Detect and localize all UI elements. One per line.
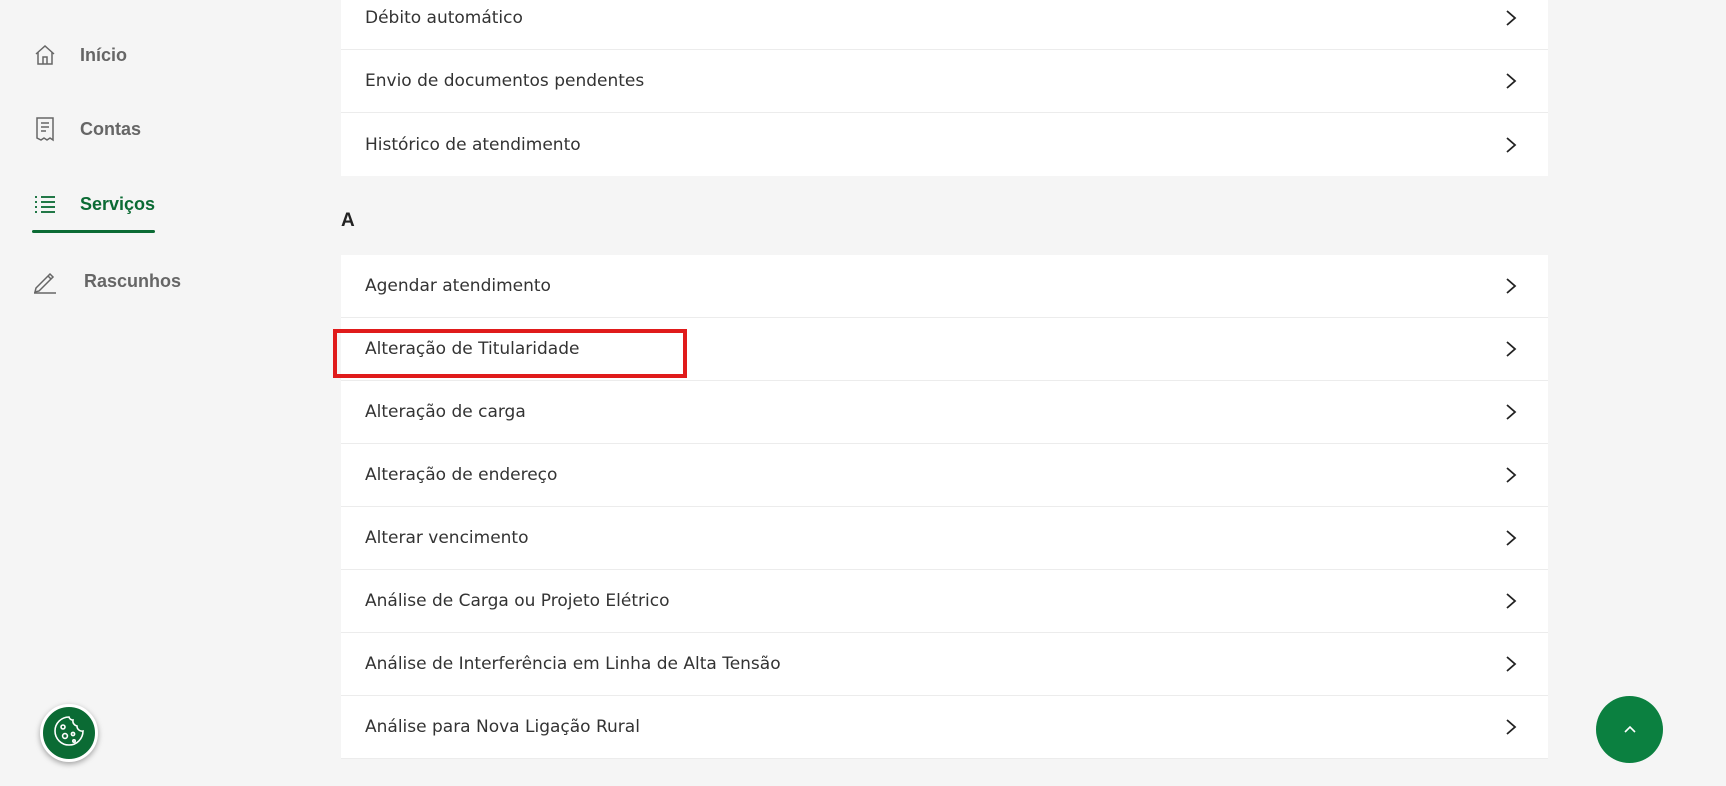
list-item[interactable]: Alterar vencimento [341,507,1548,570]
chevron-right-icon [1504,277,1518,295]
sidebar-item-inicio[interactable]: Início [32,42,127,68]
section-letter-heading: A [341,210,355,231]
list-item-label: Análise de Carga ou Projeto Elétrico [365,591,670,611]
list-item[interactable]: Alteração de endereço [341,444,1548,507]
scroll-top-button[interactable] [1596,696,1663,763]
list-item[interactable]: Débito automático [341,0,1548,50]
list-item-label: Alterar vencimento [365,528,529,548]
chevron-right-icon [1504,655,1518,673]
list-icon [32,191,58,217]
list-item-alteracao-titularidade[interactable]: Alteração de Titularidade [341,318,1548,381]
sidebar-item-rascunhos[interactable]: Rascunhos [32,268,181,294]
sidebar-item-label: Início [80,44,128,65]
list-item-label: Análise de Interferência em Linha de Alt… [365,654,781,674]
chevron-right-icon [1504,403,1518,421]
sidebar: Início Contas Serviços Rascunhos [0,0,330,786]
chevron-right-icon [1504,72,1518,90]
sidebar-item-label: Serviços [80,193,156,214]
list-item[interactable]: Análise de Carga ou Projeto Elétrico [341,570,1548,633]
chevron-right-icon [1504,340,1518,358]
sidebar-item-label: Rascunhos [84,270,182,291]
list-item[interactable]: Histórico de atendimento [341,113,1548,176]
list-item[interactable]: Análise de Interferência em Linha de Alt… [341,633,1548,696]
list-item-label: Envio de documentos pendentes [365,71,645,91]
list-item-label: Análise para Nova Ligação Rural [365,717,640,737]
cookie-settings-button[interactable] [40,704,98,762]
services-list-top: Débito automático Envio de documentos pe… [341,0,1548,176]
list-item-label: Débito automático [365,8,523,28]
sidebar-item-label: Contas [80,118,142,139]
list-item[interactable]: Envio de documentos pendentes [341,50,1548,113]
cookie-icon [51,713,87,754]
home-icon [32,42,58,68]
list-item-label: Alteração de endereço [365,465,558,485]
list-item-label: Agendar atendimento [365,276,551,296]
pencil-icon [32,268,58,294]
list-item-label: Alteração de Titularidade [365,339,580,359]
chevron-right-icon [1504,592,1518,610]
sidebar-item-contas[interactable]: Contas [32,116,141,142]
chevron-up-icon [1623,721,1637,739]
chevron-right-icon [1504,136,1518,154]
chevron-right-icon [1504,466,1518,484]
list-item[interactable]: Agendar atendimento [341,255,1548,318]
list-item[interactable]: Alteração de carga [341,381,1548,444]
chevron-right-icon [1504,529,1518,547]
page: Início Contas Serviços Rascunhos Débito … [0,0,1726,786]
chevron-right-icon [1504,9,1518,27]
services-list-a: Agendar atendimento Alteração de Titular… [341,255,1548,759]
sidebar-item-servicos[interactable]: Serviços [32,191,156,233]
receipt-icon [32,116,58,142]
list-item-label: Histórico de atendimento [365,134,581,155]
chevron-right-icon [1504,718,1518,736]
list-item-label: Alteração de carga [365,402,526,422]
list-item[interactable]: Análise para Nova Ligação Rural [341,696,1548,759]
